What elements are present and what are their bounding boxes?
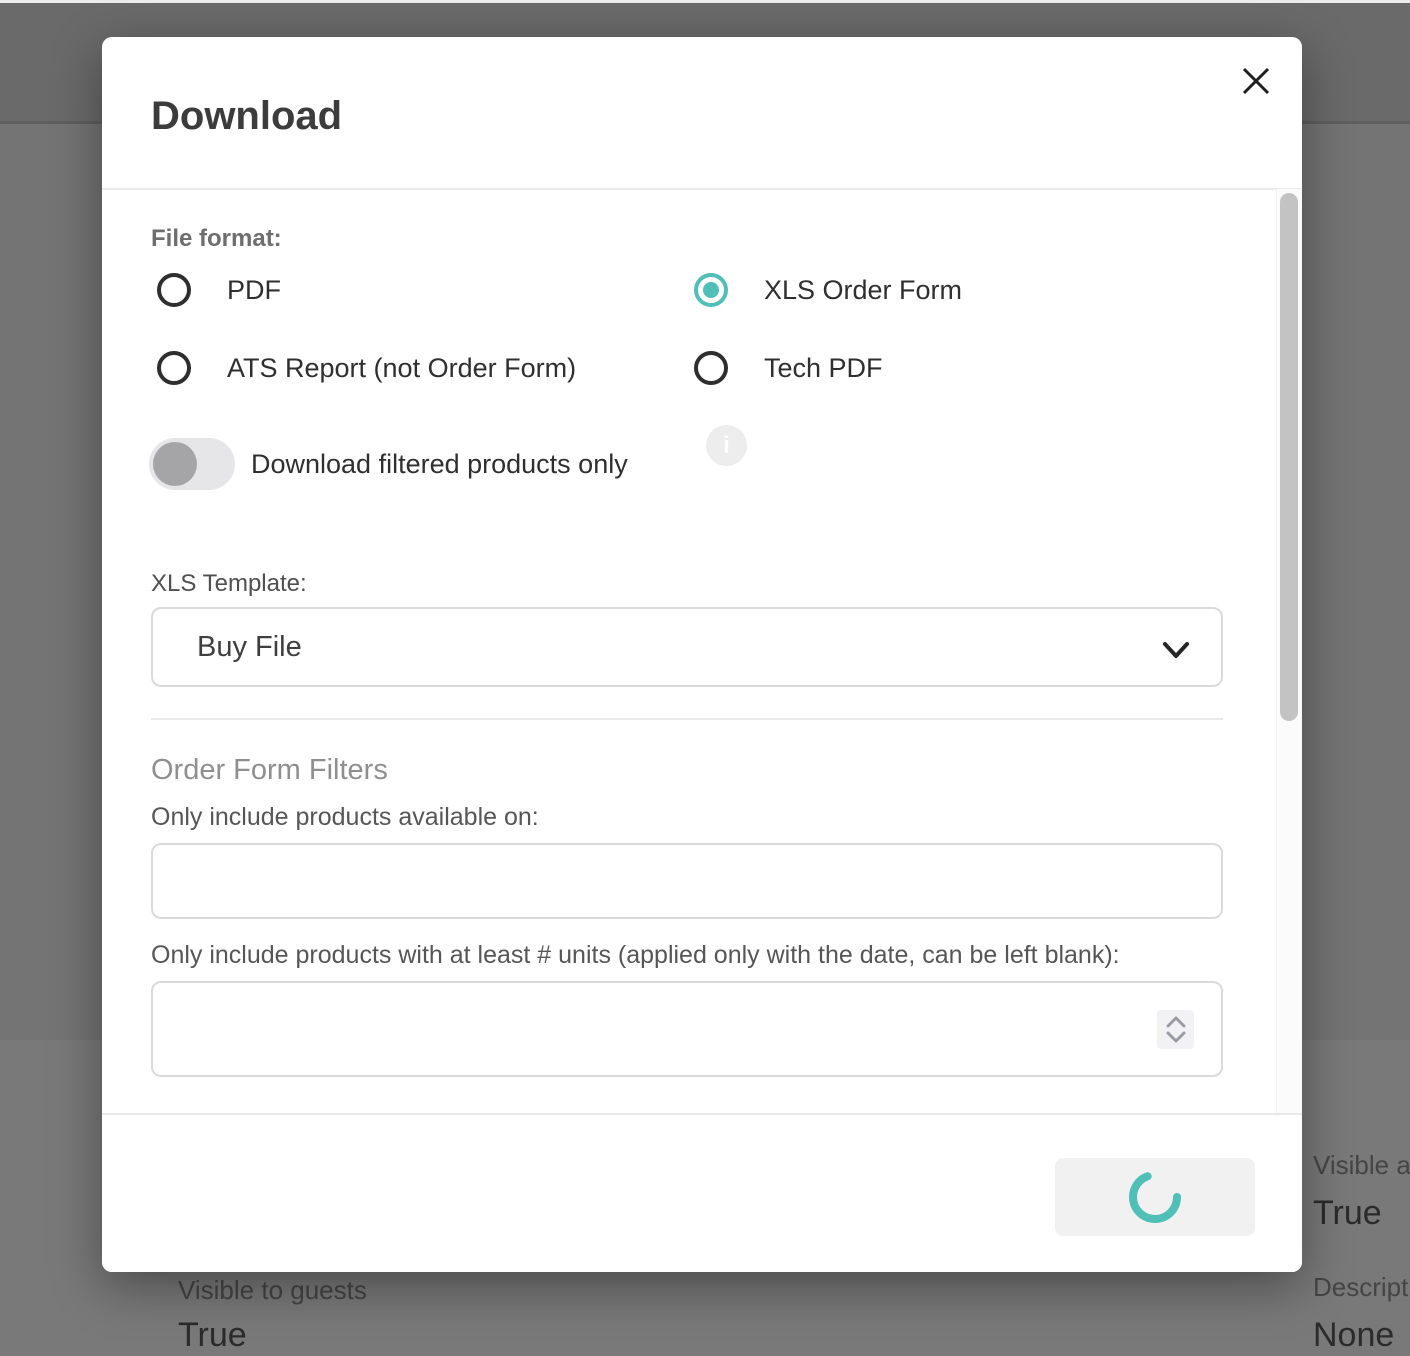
- info-icon-glyph: i: [723, 432, 730, 460]
- order-form-filters-heading: Order Form Filters: [151, 754, 388, 787]
- bg-field-value: None: [1313, 1316, 1394, 1355]
- info-icon[interactable]: i: [706, 425, 747, 466]
- stepper-down-icon[interactable]: [1166, 1031, 1186, 1043]
- modal-footer: [102, 1113, 1302, 1272]
- radio-icon: [694, 273, 728, 307]
- radio-pdf[interactable]: PDF: [157, 273, 281, 307]
- xls-template-label: XLS Template:: [151, 570, 307, 598]
- file-format-label: File format:: [151, 225, 282, 253]
- number-stepper[interactable]: [1157, 1010, 1194, 1049]
- chevron-down-icon: [1159, 633, 1193, 667]
- modal-scrollbar-thumb[interactable]: [1280, 193, 1298, 721]
- modal-title: Download: [151, 94, 342, 139]
- close-icon: [1240, 65, 1272, 97]
- bg-field-value: True: [178, 1316, 247, 1355]
- radio-icon: [157, 273, 191, 307]
- header-divider: [102, 188, 1302, 190]
- bg-field-label: Descripti: [1313, 1272, 1410, 1303]
- filtered-products-toggle[interactable]: [149, 438, 235, 490]
- radio-label: Tech PDF: [764, 353, 883, 384]
- bg-field-label: Visible to guests: [178, 1275, 367, 1306]
- modal-scrollbar-track[interactable]: [1276, 189, 1302, 1113]
- min-units-input[interactable]: [151, 981, 1223, 1077]
- min-units-label: Only include products with at least # un…: [151, 941, 1120, 970]
- available-on-input[interactable]: [151, 843, 1223, 919]
- radio-xls-order-form[interactable]: XLS Order Form: [694, 273, 962, 307]
- radio-label: PDF: [227, 275, 281, 306]
- section-divider: [151, 718, 1223, 720]
- close-button[interactable]: [1236, 61, 1276, 101]
- stepper-up-icon[interactable]: [1166, 1016, 1186, 1028]
- radio-tech-pdf[interactable]: Tech PDF: [694, 351, 883, 385]
- radio-label: ATS Report (not Order Form): [227, 353, 576, 384]
- download-modal: Download File format: PDF XLS Order Form…: [102, 37, 1302, 1272]
- bg-field-label: Visible af: [1313, 1150, 1410, 1181]
- download-submit-button[interactable]: [1055, 1158, 1255, 1236]
- radio-label: XLS Order Form: [764, 275, 962, 306]
- radio-icon: [157, 351, 191, 385]
- bg-field-value: True: [1313, 1194, 1382, 1233]
- xls-template-selected-value: Buy File: [197, 631, 302, 664]
- available-on-label: Only include products available on:: [151, 803, 539, 832]
- filtered-toggle-row: Download filtered products only: [149, 438, 628, 490]
- radio-ats-report[interactable]: ATS Report (not Order Form): [157, 351, 576, 385]
- toggle-knob: [153, 442, 197, 486]
- filtered-toggle-label: Download filtered products only: [251, 449, 628, 480]
- screen: Visible to guests True Visible af True D…: [0, 0, 1410, 1356]
- radio-icon: [694, 351, 728, 385]
- xls-template-select[interactable]: Buy File: [151, 607, 1223, 687]
- loading-spinner-icon: [1127, 1169, 1183, 1225]
